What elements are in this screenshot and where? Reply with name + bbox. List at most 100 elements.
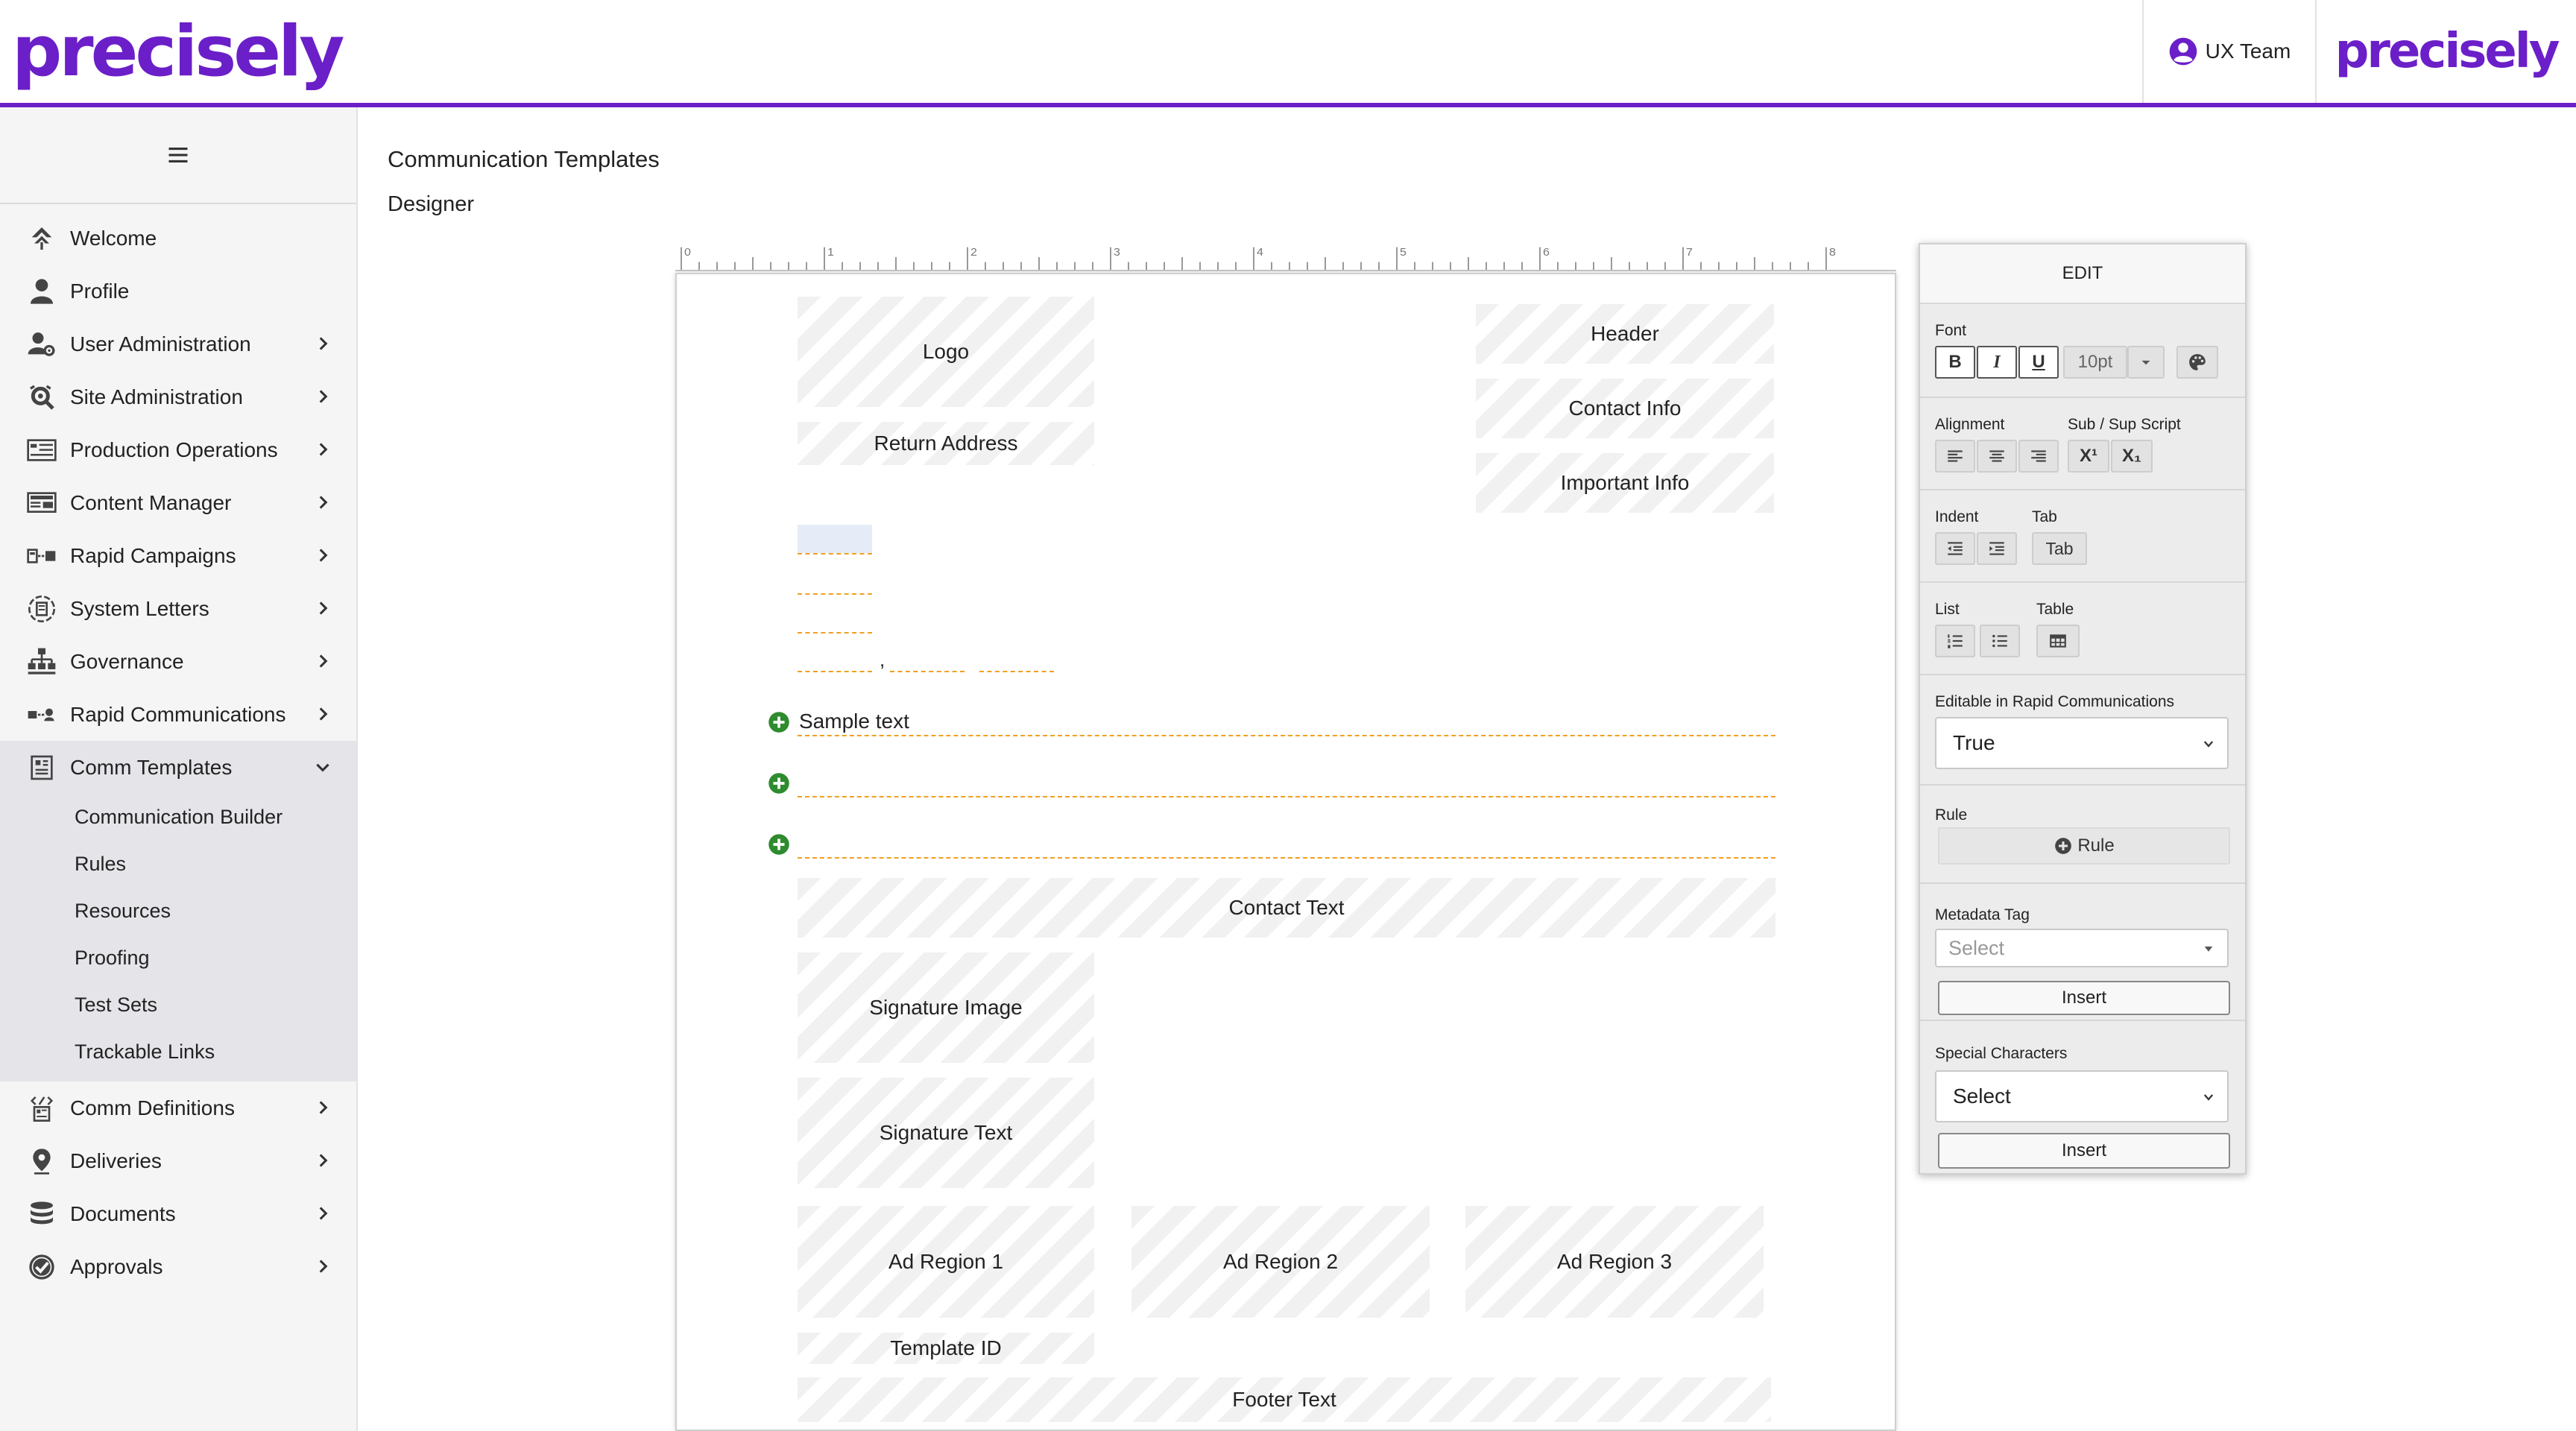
user-menu[interactable]: UX Team [2142, 0, 2315, 103]
rule-section: Rule Rule [1920, 786, 2245, 884]
add-line-icon[interactable] [768, 833, 790, 856]
sidebar-item-label: Comm Definitions [70, 1096, 235, 1119]
submenu-item-test-sets[interactable]: Test Sets [0, 982, 356, 1029]
region-signature-image[interactable]: Signature Image [798, 953, 1094, 1063]
font-size-dropdown[interactable] [2127, 346, 2165, 379]
font-label: Font [1935, 322, 1967, 339]
submenu-item-communication-builder[interactable]: Communication Builder [0, 794, 356, 841]
special-characters-select[interactable]: Select [1935, 1070, 2229, 1122]
region-important-info[interactable]: Important Info [1476, 453, 1774, 513]
sidebar-item-deliveries[interactable]: Deliveries [0, 1134, 356, 1187]
sidebar-item-documents[interactable]: Documents [0, 1187, 356, 1240]
sidebar-item-rapid-communications[interactable]: Rapid Communications [0, 688, 356, 741]
hamburger-button[interactable] [0, 107, 356, 204]
address-state[interactable] [890, 671, 965, 672]
address-line-1[interactable] [798, 553, 872, 555]
outdent-button[interactable] [1935, 532, 1975, 565]
sidebar-item-label: Profile [70, 279, 130, 303]
text-line-1[interactable] [798, 735, 1775, 736]
text-line-2[interactable] [798, 796, 1775, 797]
sidebar-item-content-manager[interactable]: Content Manager [0, 476, 356, 529]
address-city[interactable] [798, 671, 872, 672]
bullet-list-button[interactable] [1980, 625, 2020, 657]
insert-table-button[interactable] [2036, 625, 2080, 657]
sidebar-item-comm-templates[interactable]: Comm Templates [0, 741, 356, 794]
address-line-2[interactable] [798, 593, 872, 595]
font-section: Font B I U 10pt [1920, 304, 2245, 398]
region-footer-text[interactable]: Footer Text [798, 1377, 1771, 1422]
table-icon [2050, 634, 2066, 648]
indent-icon [1989, 542, 2004, 555]
chevron-right-icon [319, 654, 328, 668]
ordered-list-icon [1948, 634, 1963, 648]
caret-down-icon [2141, 360, 2150, 365]
ordered-list-button[interactable] [1935, 625, 1975, 657]
sidebar-item-production-operations[interactable]: Production Operations [0, 423, 356, 476]
editable-label: Editable in Rapid Communications [1935, 693, 2174, 710]
sidebar-item-governance[interactable]: Governance [0, 635, 356, 688]
production-icon [27, 438, 57, 461]
sidebar-item-approvals[interactable]: Approvals [0, 1240, 356, 1293]
submenu-item-trackable-links[interactable]: Trackable Links [0, 1029, 356, 1075]
region-ad-2[interactable]: Ad Region 2 [1131, 1206, 1430, 1318]
color-picker-button[interactable] [2176, 346, 2218, 379]
editable-select[interactable]: True [1935, 717, 2229, 769]
region-header[interactable]: Header [1476, 304, 1774, 364]
align-right-button[interactable] [2018, 440, 2059, 473]
sample-text[interactable]: Sample text [799, 710, 909, 733]
add-rule-button[interactable]: Rule [1938, 827, 2230, 865]
add-line-icon[interactable] [768, 711, 790, 733]
bold-button[interactable]: B [1935, 346, 1975, 379]
chevron-right-icon [319, 549, 328, 562]
sidebar-item-welcome[interactable]: Welcome [0, 212, 356, 265]
indent-button[interactable] [1977, 532, 2017, 565]
sidebar-item-user-administration[interactable]: User Administration [0, 318, 356, 370]
subscript-button[interactable]: X₁ [2111, 440, 2153, 473]
region-contact-text[interactable]: Contact Text [798, 878, 1775, 938]
ruler-label: 8 [1829, 246, 1836, 259]
sidebar-item-system-letters[interactable]: System Letters [0, 582, 356, 635]
submenu-item-rules[interactable]: Rules [0, 841, 356, 888]
region-logo[interactable]: Logo [798, 297, 1094, 407]
region-template-id[interactable]: Template ID [798, 1333, 1094, 1364]
metadata-section: Metadata Tag Select Insert [1920, 884, 2245, 1021]
region-signature-text[interactable]: Signature Text [798, 1078, 1094, 1188]
address-line-3[interactable] [798, 632, 872, 634]
sidebar: Welcome Profile User Administration Site… [0, 107, 358, 1431]
address-line-selected[interactable] [798, 525, 872, 553]
region-ad-3[interactable]: Ad Region 3 [1465, 1206, 1764, 1318]
align-center-button[interactable] [1977, 440, 2017, 473]
sidebar-item-profile[interactable]: Profile [0, 265, 356, 318]
sidebar-item-site-administration[interactable]: Site Administration [0, 370, 356, 423]
metadata-insert-button[interactable]: Insert [1938, 981, 2230, 1015]
check-badge-icon [29, 1254, 54, 1280]
region-return-address[interactable]: Return Address [798, 422, 1094, 465]
region-ad-1[interactable]: Ad Region 1 [798, 1206, 1094, 1318]
special-insert-button[interactable]: Insert [1938, 1133, 2230, 1169]
user-circle-icon [2169, 37, 2197, 66]
sidebar-item-rapid-campaigns[interactable]: Rapid Campaigns [0, 529, 356, 582]
sidebar-item-comm-definitions[interactable]: Comm Definitions [0, 1081, 356, 1134]
brand-logo[interactable]: precisely [12, 7, 345, 97]
comm-templates-submenu: Communication Builder Rules Resources Pr… [0, 794, 356, 1081]
italic-button[interactable]: I [1977, 346, 2017, 379]
address-zip[interactable] [979, 671, 1054, 672]
sidebar-item-label: Documents [70, 1201, 176, 1225]
text-line-3[interactable] [798, 857, 1775, 859]
chevron-down-icon [316, 763, 329, 772]
submenu-item-resources[interactable]: Resources [0, 888, 356, 935]
chevron-right-icon [319, 496, 328, 509]
palette-icon [2189, 354, 2206, 370]
superscript-button[interactable]: X¹ [2068, 440, 2109, 473]
metadata-select[interactable]: Select [1935, 929, 2229, 967]
add-line-icon[interactable] [768, 772, 790, 795]
region-contact-info[interactable]: Contact Info [1476, 379, 1774, 438]
underline-button[interactable]: U [2018, 346, 2059, 379]
align-left-button[interactable] [1935, 440, 1975, 473]
submenu-item-proofing[interactable]: Proofing [0, 935, 356, 982]
top-bar: precisely UX Team precisely [0, 0, 2576, 107]
chevron-down-icon [2203, 741, 2214, 748]
font-size-value[interactable]: 10pt [2063, 346, 2127, 379]
editable-select-value: True [1953, 731, 1995, 754]
tab-button[interactable]: Tab [2032, 532, 2087, 565]
